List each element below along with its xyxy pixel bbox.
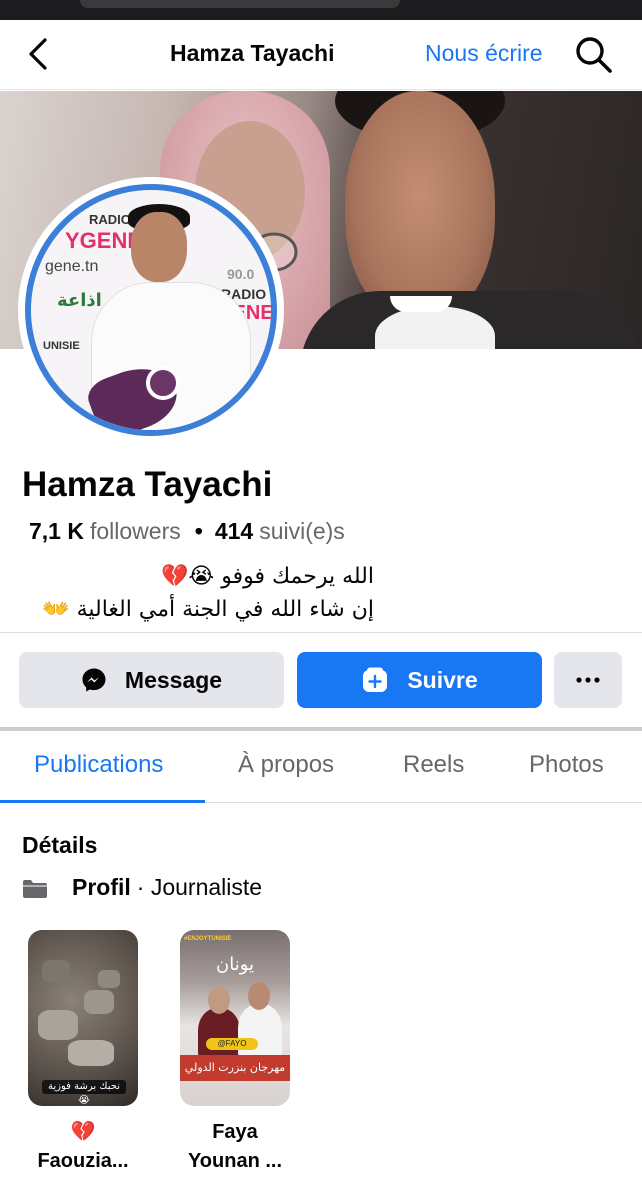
back-button[interactable] bbox=[18, 34, 58, 74]
avatar-url-text: gene.tn bbox=[45, 258, 99, 275]
top-app-bar: Hamza Tayachi Nous écrire bbox=[0, 20, 642, 90]
status-bar bbox=[0, 0, 642, 20]
follow-button[interactable]: Suivre bbox=[297, 652, 542, 708]
avatar-digits-text: 90.0 bbox=[227, 266, 255, 282]
highlight-thumbnail: #ENJOYTUNISIE يونان @FAYO مهرجان بنزرت ا… bbox=[180, 930, 290, 1106]
highlight-thumbnail: نحبك برشة فوزية 😭 bbox=[28, 930, 138, 1106]
search-icon bbox=[576, 37, 612, 73]
tab-reels[interactable]: Reels bbox=[403, 751, 464, 779]
thumb-stone bbox=[38, 1010, 78, 1040]
profile-stats: 7,1 K followers • 414 suivi(e)s bbox=[29, 518, 345, 545]
message-label: Message bbox=[124, 666, 223, 693]
highlight-band: مهرجان بنزرت الدولي bbox=[180, 1055, 290, 1081]
following-label[interactable]: suivi(e)s bbox=[259, 518, 345, 545]
profile-name: Hamza Tayachi bbox=[22, 465, 273, 504]
thumb-person bbox=[198, 1008, 240, 1058]
highlight-caption: نحبك برشة فوزية 😭 bbox=[42, 1080, 126, 1106]
highlight-heading: يونان bbox=[215, 954, 255, 975]
details-profile-label: Profil bbox=[72, 874, 131, 900]
divider bbox=[0, 632, 642, 633]
highlight-title-line2: Younan ... bbox=[187, 1150, 283, 1172]
highlight-hashtag: #ENJOYTUNISIE bbox=[184, 936, 232, 942]
follow-label: Suivre bbox=[407, 666, 478, 693]
thumb-stone bbox=[68, 1040, 114, 1066]
tab-photos[interactable]: Photos bbox=[529, 751, 604, 779]
bio-line-1: الله يرحمك فوفو 😭💔 bbox=[161, 564, 374, 589]
details-heading: Détails bbox=[22, 832, 98, 858]
highlight-title-line2: Faouzia... bbox=[37, 1150, 129, 1172]
search-button[interactable] bbox=[572, 33, 616, 77]
messenger-icon bbox=[81, 667, 107, 693]
active-tab-indicator bbox=[0, 800, 205, 803]
bio-line-2: إن شاء الله في الجنة أمي الغالية 👐 bbox=[42, 597, 374, 622]
cover-man-face bbox=[345, 91, 495, 321]
story-highlight[interactable]: نحبك برشة فوزية 😭 💔 Faouzia... bbox=[28, 930, 138, 1176]
highlight-title: Faya Younan ... bbox=[180, 1118, 290, 1176]
story-highlight[interactable]: #ENJOYTUNISIE يونان @FAYO مهرجان بنزرت ا… bbox=[180, 930, 290, 1176]
page-title: Hamza Tayachi bbox=[170, 40, 335, 66]
highlight-title-line1: 💔 bbox=[70, 1121, 96, 1143]
avatar-arabic-text: اذاعة bbox=[57, 290, 102, 311]
avatar-face bbox=[131, 212, 187, 282]
profile-avatar[interactable]: RADIO YGENE gene.tn اذاعة UNISIE 90.0 RA… bbox=[18, 177, 284, 443]
tab-about[interactable]: À propos bbox=[238, 751, 334, 779]
avatar-radio-text: RADIO bbox=[89, 212, 131, 227]
avatar-radio-logo bbox=[146, 366, 180, 400]
thumb-stone bbox=[42, 960, 70, 982]
cover-smile bbox=[390, 296, 452, 312]
tab-publications[interactable]: Publications bbox=[34, 751, 163, 779]
thumb-head bbox=[248, 982, 270, 1010]
chevron-left-icon bbox=[29, 38, 47, 70]
highlight-tag: @FAYO bbox=[206, 1038, 258, 1050]
add-friend-icon bbox=[361, 666, 389, 694]
stats-separator: • bbox=[194, 518, 203, 544]
highlight-title: 💔 Faouzia... bbox=[28, 1118, 138, 1176]
details-profile-row: Profil · Journaliste bbox=[22, 874, 262, 901]
highlight-title-line1: Faya bbox=[212, 1121, 258, 1143]
details-profile-type: · Journaliste bbox=[136, 874, 263, 900]
status-pill bbox=[80, 0, 400, 8]
avatar-image: RADIO YGENE gene.tn اذاعة UNISIE 90.0 RA… bbox=[25, 184, 277, 436]
profile-tabs: Publications À propos Reels Photos bbox=[0, 731, 642, 803]
message-button[interactable]: Message bbox=[19, 652, 284, 708]
followers-label[interactable]: followers bbox=[90, 518, 181, 545]
more-options-button[interactable] bbox=[554, 652, 622, 708]
write-to-us-link[interactable]: Nous écrire bbox=[425, 40, 543, 67]
more-dots-icon bbox=[576, 677, 600, 683]
following-count[interactable]: 414 bbox=[215, 518, 253, 545]
thumb-stone bbox=[84, 990, 114, 1014]
avatar-tunisie-text: UNISIE bbox=[43, 340, 80, 352]
folder-icon bbox=[22, 878, 48, 898]
followers-count[interactable]: 7,1 K bbox=[29, 518, 84, 545]
thumb-head bbox=[208, 986, 230, 1014]
thumb-stone bbox=[98, 970, 120, 988]
profile-bio: الله يرحمك فوفو 😭💔 إن شاء الله في الجنة … bbox=[22, 560, 374, 626]
